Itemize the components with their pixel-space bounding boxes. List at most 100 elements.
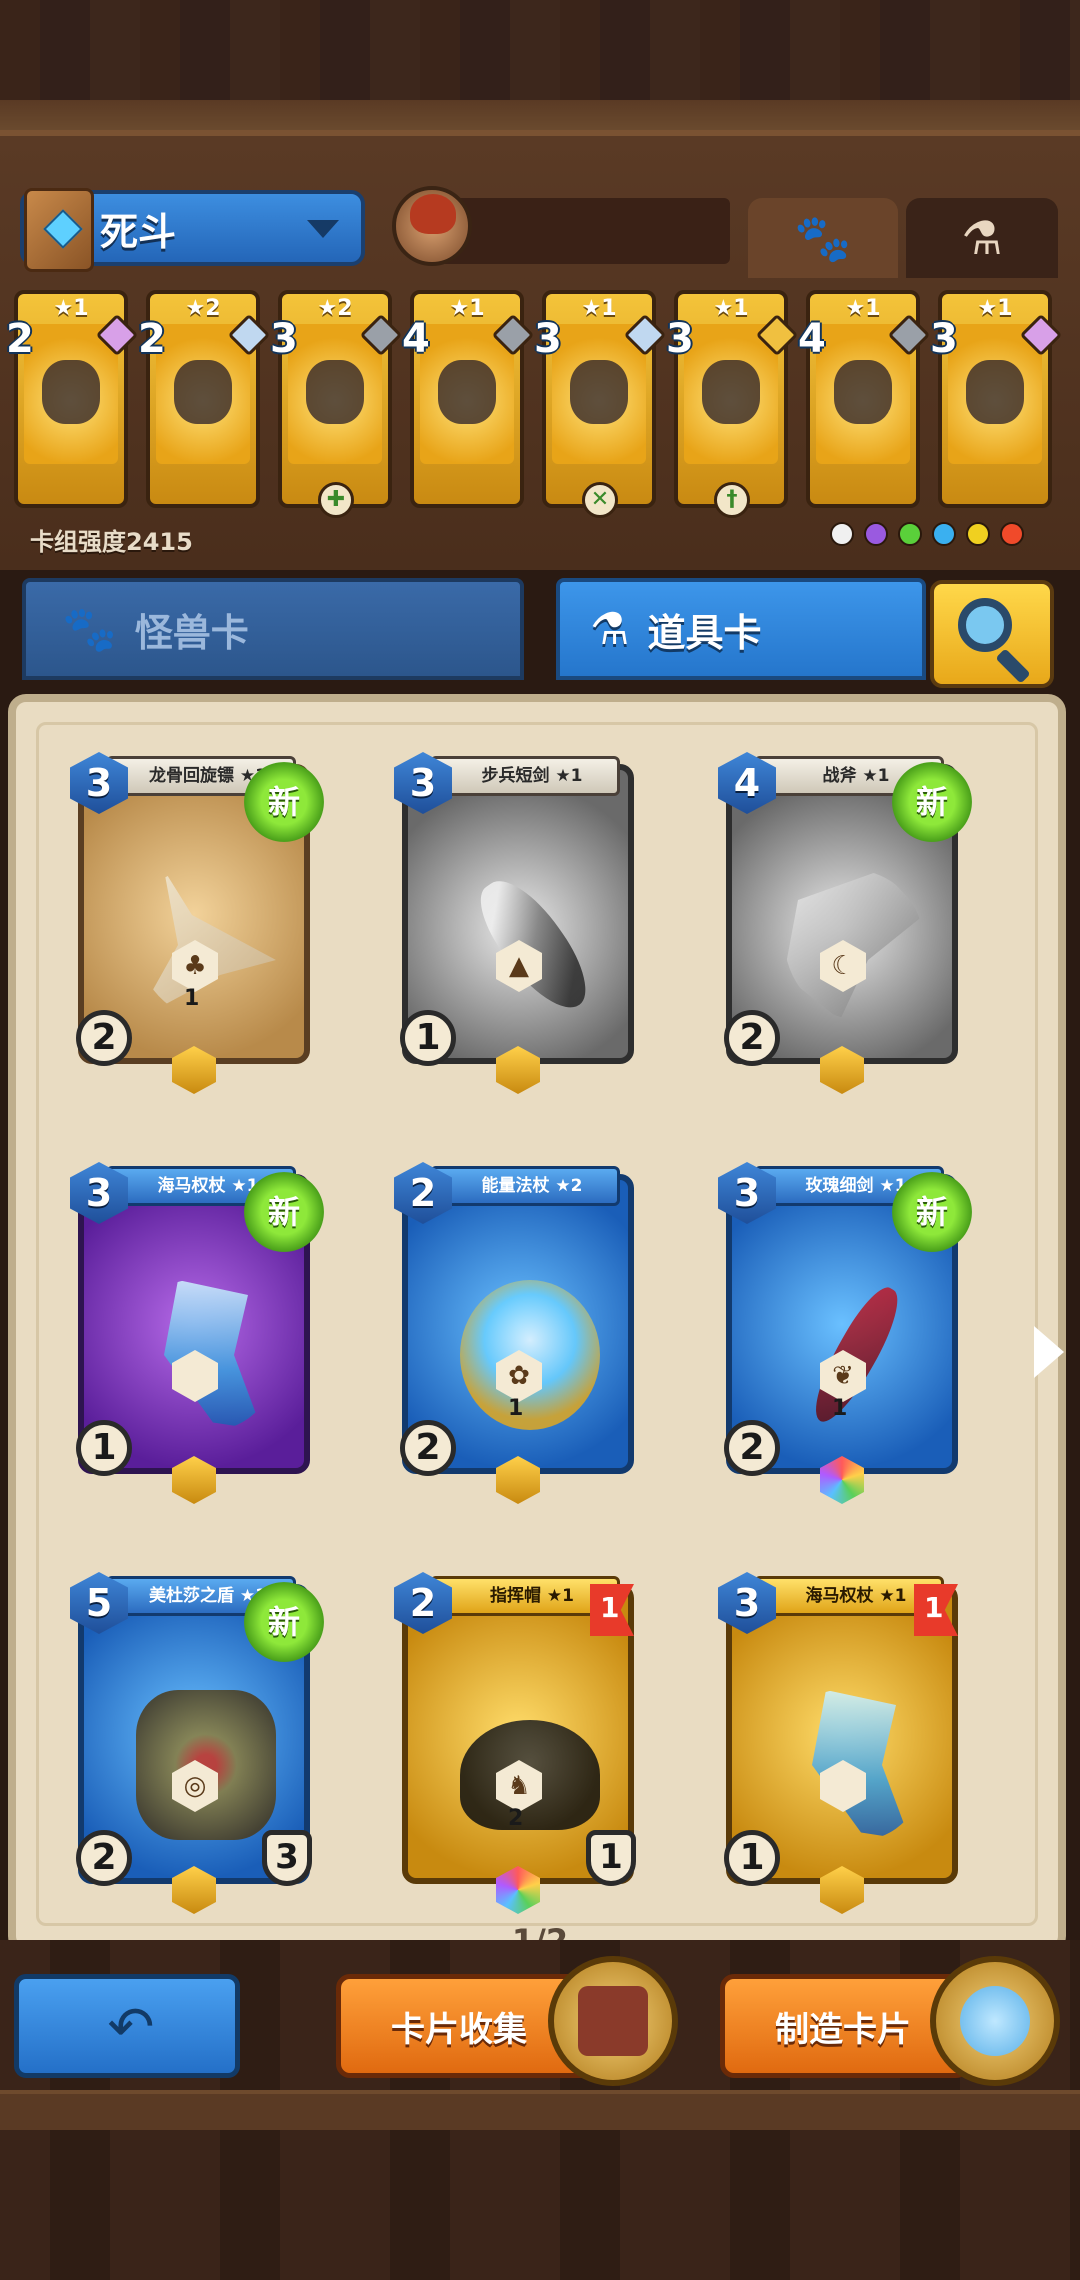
deck-card-stars: ★1 [713, 296, 749, 321]
card-name: 能量法杖 ★2 [430, 1166, 620, 1206]
faction-icon[interactable] [864, 522, 888, 546]
tab-monster-deck[interactable]: 🐾 [748, 198, 898, 278]
card-attack: 2 [724, 1010, 780, 1066]
deck-power-label: 卡组强度2415 [30, 528, 193, 556]
card-book-icon-inner [578, 1986, 648, 2056]
deck-card-art [288, 324, 382, 464]
deck-card-stars: ★2 [317, 296, 353, 321]
back-button[interactable]: ↶ [14, 1974, 240, 2078]
deck-card-art [684, 324, 778, 464]
deck-card-cost: 3 [270, 316, 298, 362]
card-attack: 2 [400, 1420, 456, 1476]
potion-icon: ⚗ [590, 603, 630, 655]
tab-item-cards[interactable]: ⚗ 道具卡 [556, 578, 926, 680]
item-card[interactable]: 美杜莎之盾 ★1 5 新 ◎ 2 3 [70, 1566, 324, 1914]
item-card[interactable]: 战斧 ★1 4 新 ☾ 2 [718, 746, 972, 1094]
mode-label: 死斗 [100, 209, 177, 254]
paw-icon: 🐾 [794, 210, 852, 265]
chevron-down-icon [307, 220, 339, 238]
faction-icon[interactable] [1000, 522, 1024, 546]
next-page-arrow-icon[interactable] [1034, 1326, 1064, 1378]
deck-card-sub-icon: † [714, 482, 750, 518]
deck-card-art [948, 324, 1042, 464]
tab-item-deck[interactable]: ⚗ [906, 198, 1058, 278]
deck-card-art [420, 324, 514, 464]
card-attack: 2 [76, 1010, 132, 1066]
search-button[interactable] [930, 580, 1054, 688]
potion-icon: ⚗ [961, 211, 1003, 265]
card-art [136, 1690, 276, 1840]
paw-jar-icon[interactable] [930, 1956, 1060, 2086]
back-arrow-icon: ↶ [107, 1995, 155, 2060]
deck-card-row: ★1 2 ★2 2 ★2 3 ✚ ★1 4 ★1 3 ✕ ★1 3 † ★1 4 ★1 3 [6, 290, 1066, 518]
deck-card-cost: 3 [534, 316, 562, 362]
item-card[interactable]: 能量法杖 ★2 2 ✿ 1 2 [394, 1156, 642, 1504]
deck-card-stars: ★1 [53, 296, 89, 321]
deck-card[interactable]: ★1 4 [402, 290, 535, 508]
deck-card[interactable]: ★1 3 † [666, 290, 799, 518]
card-art [784, 870, 924, 1020]
item-card[interactable]: 步兵短剑 ★1 3 ▲ 1 [394, 746, 642, 1094]
new-badge: 新 [244, 1172, 324, 1252]
deck-card[interactable]: ★1 4 [798, 290, 931, 508]
card-art [812, 1690, 910, 1840]
deck-card[interactable]: ★1 3 [930, 290, 1063, 508]
faction-icon[interactable] [932, 522, 956, 546]
card-art [136, 870, 276, 1020]
card-collection-panel: 龙骨回旋镖 ★1 3 新 ♣ 1 2 步兵短剑 ★1 3 ▲ 1 战斧 ★1 4 新 ☾ 2 海马权杖 ★1 3… [8, 694, 1066, 1954]
deck-card[interactable]: ★1 2 [6, 290, 139, 508]
faction-icon[interactable] [898, 522, 922, 546]
card-collection-label: 卡片收集 [391, 2009, 527, 2050]
card-name: 步兵短剑 ★1 [430, 756, 620, 796]
card-attack: 2 [76, 1830, 132, 1886]
card-attack: 1 [724, 1830, 780, 1886]
deck-card-cost: 2 [6, 316, 34, 362]
card-attack: 2 [724, 1420, 780, 1476]
top-wood-background [0, 0, 1080, 130]
mode-dropdown[interactable]: 死斗 [20, 188, 365, 272]
faction-icons [830, 522, 1024, 546]
tab-item-label: 道具卡 [647, 610, 762, 655]
deck-card[interactable]: ★2 2 [138, 290, 271, 508]
card-count: 1 [508, 1396, 524, 1421]
deck-card[interactable]: ★1 3 ✕ [534, 290, 667, 518]
deck-card-stars: ★1 [581, 296, 617, 321]
card-attack: 1 [76, 1420, 132, 1476]
book-icon [24, 188, 94, 272]
player-name-box [440, 198, 730, 264]
deck-card-cost: 4 [798, 316, 826, 362]
deck-card-cost: 2 [138, 316, 166, 362]
deck-card-cost: 4 [402, 316, 430, 362]
new-badge: 新 [244, 1582, 324, 1662]
deck-card-sub-icon: ✚ [318, 482, 354, 518]
deck-card-cost: 3 [666, 316, 694, 362]
item-card[interactable]: 玫瑰细剑 ★1 3 新 ❦ 1 2 [718, 1156, 972, 1504]
avatar[interactable] [392, 186, 472, 266]
faction-icon[interactable] [830, 522, 854, 546]
item-card[interactable]: 海马权杖 ★1 3 1 1 [718, 1566, 966, 1914]
paw-jar-icon-inner [960, 1986, 1030, 2056]
paw-icon: 🐾 [62, 604, 117, 655]
item-card[interactable]: 指挥帽 ★1 2 1 ♞ 2 1 [394, 1566, 642, 1914]
new-badge: 新 [244, 762, 324, 842]
card-count: 1 [184, 986, 200, 1011]
faction-icon[interactable] [966, 522, 990, 546]
new-badge: 新 [892, 762, 972, 842]
item-card[interactable]: 海马权杖 ★1 3 新 1 [70, 1156, 324, 1504]
tab-monster-cards[interactable]: 🐾 怪兽卡 [22, 578, 524, 680]
deck-card[interactable]: ★2 3 ✚ [270, 290, 403, 518]
search-icon-handle [995, 648, 1031, 684]
deck-card-stars: ★2 [185, 296, 221, 321]
bottom-plank [0, 2090, 1080, 2130]
deck-card-sub-icon: ✕ [582, 482, 618, 518]
deck-card-art [156, 324, 250, 464]
card-attack: 1 [400, 1010, 456, 1066]
card-count: 2 [508, 1806, 524, 1831]
new-badge: 新 [892, 1172, 972, 1252]
deck-card-cost: 3 [930, 316, 958, 362]
card-count: 1 [832, 1396, 848, 1421]
item-card[interactable]: 龙骨回旋镖 ★1 3 新 ♣ 1 2 [70, 746, 324, 1094]
card-art [801, 1280, 911, 1430]
card-book-icon[interactable] [548, 1956, 678, 2086]
search-icon [958, 598, 1012, 652]
